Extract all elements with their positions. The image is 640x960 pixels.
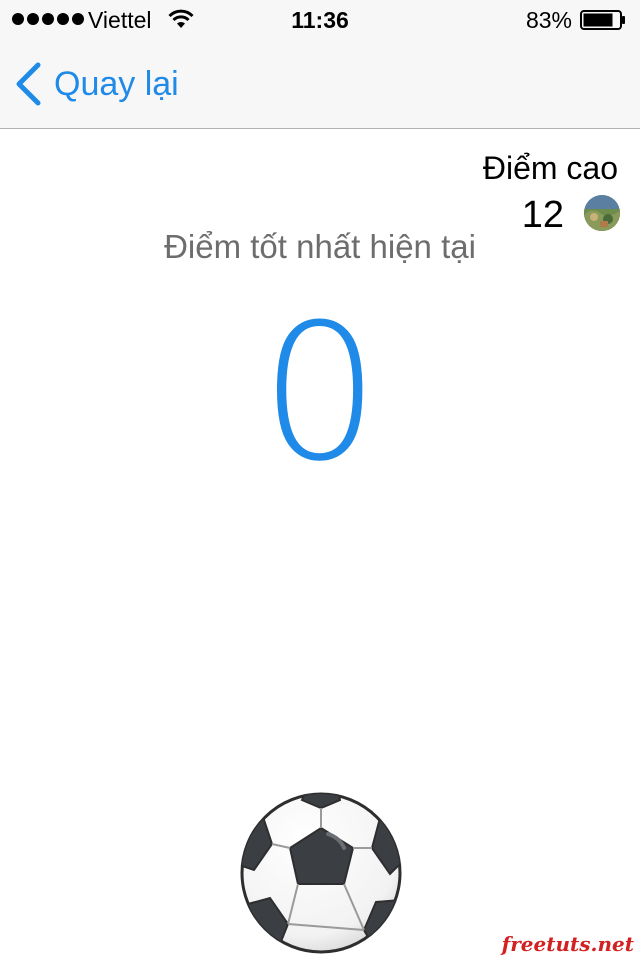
soccer-ball-icon[interactable] — [240, 792, 402, 954]
watermark-text: freetuts.net — [501, 932, 634, 956]
back-button[interactable]: Quay lại — [14, 60, 179, 108]
current-best-label: Điểm tốt nhất hiện tại — [164, 228, 476, 265]
battery-icon — [580, 10, 625, 30]
navigation-bar: Quay lại — [0, 40, 640, 129]
highscore-title: Điểm cao — [482, 150, 618, 186]
player-avatar[interactable] — [584, 195, 620, 231]
avatar-image — [584, 195, 620, 231]
current-score: 0 — [260, 284, 380, 503]
status-bar: Viettel 11:36 83% — [0, 0, 640, 40]
battery-percentage: 83% — [525, 7, 572, 33]
back-label: Quay lại — [54, 64, 179, 103]
chevron-left-icon — [16, 62, 41, 106]
